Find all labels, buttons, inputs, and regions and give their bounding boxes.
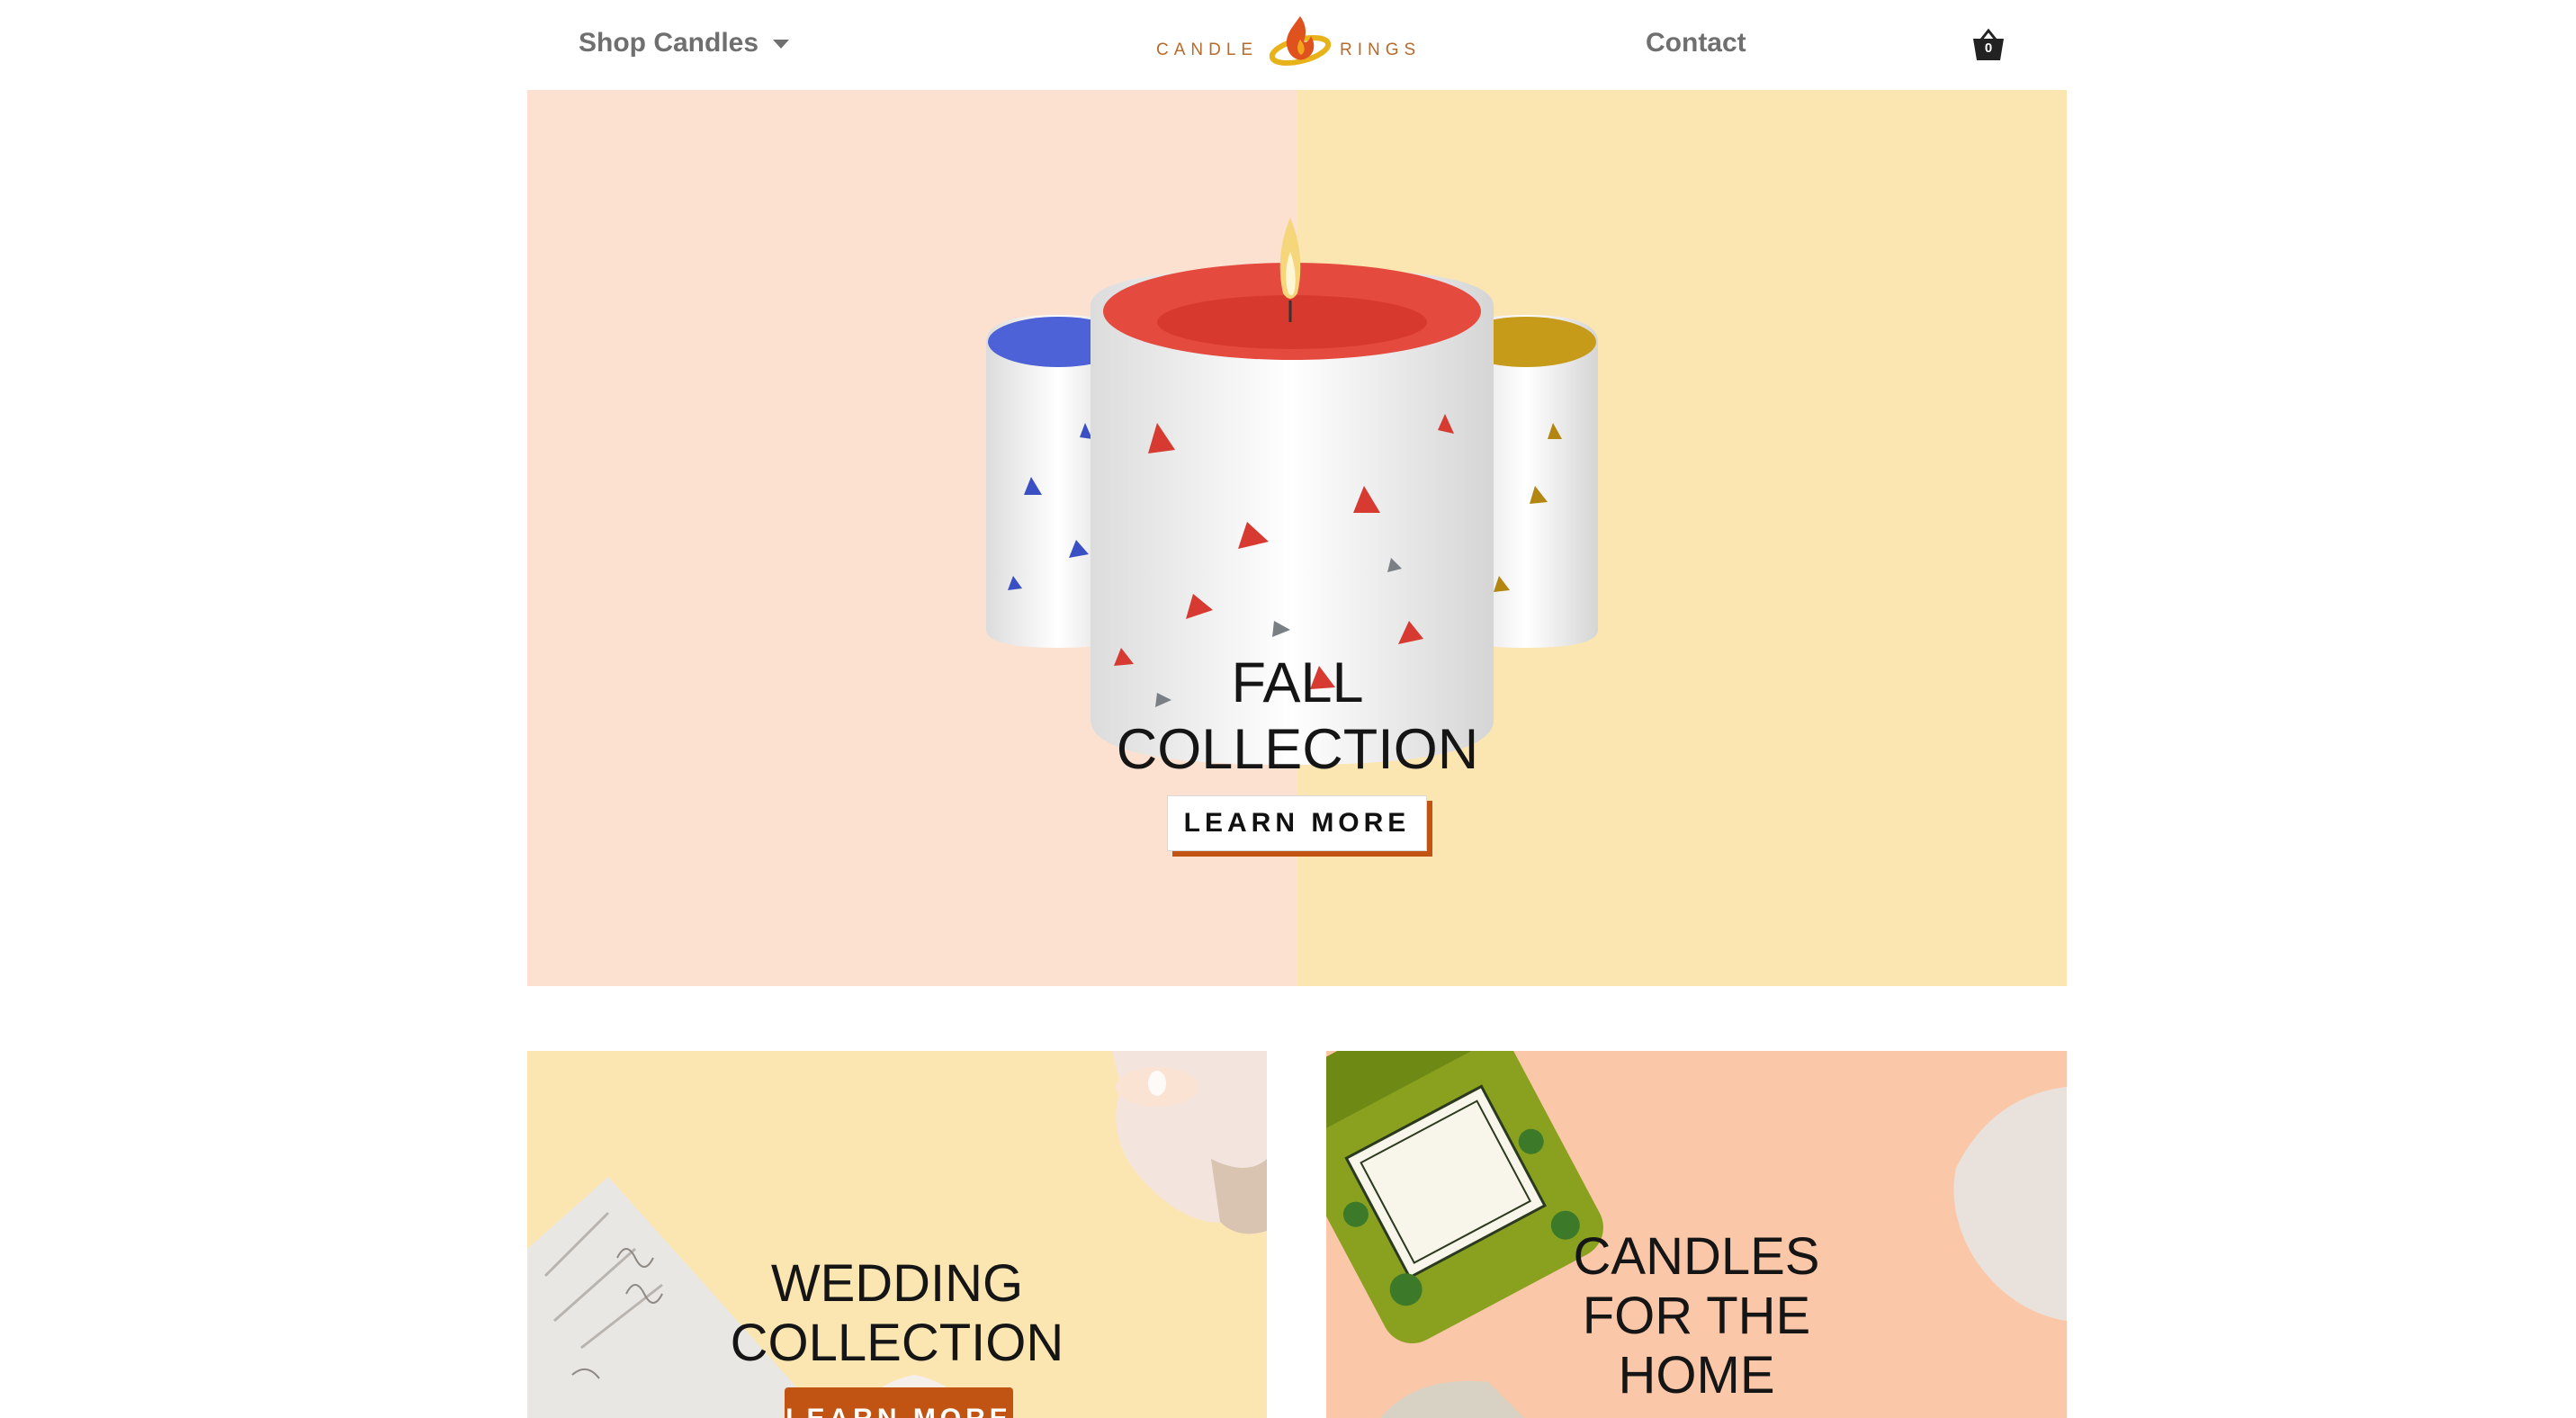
- logo-text-left: CANDLE: [1156, 40, 1259, 59]
- cart-count-badge: 0: [1984, 40, 1993, 56]
- wedding-learn-more-button[interactable]: LEARN MORE: [785, 1387, 1013, 1418]
- hero-learn-more-button[interactable]: LEARN MORE: [1167, 795, 1427, 851]
- candles-for-home-card[interactable]: CANDLES FOR THE HOME: [1326, 1051, 2067, 1418]
- hero-title: FALL COLLECTION: [1116, 651, 1479, 782]
- hero-banner: FALL COLLECTION LEARN MORE: [527, 90, 2067, 986]
- candles-for-home-title: CANDLES FOR THE HOME: [1573, 1227, 1820, 1405]
- chevron-down-icon: [773, 40, 790, 49]
- logo-text-right: RINGS: [1340, 40, 1422, 59]
- contact-link[interactable]: Contact: [1646, 25, 1746, 61]
- site-header: Shop Candles CANDLE RINGS Contact 0: [0, 0, 2576, 90]
- wedding-collection-title: WEDDING COLLECTION: [730, 1254, 1064, 1372]
- wedding-collection-card[interactable]: WEDDING COLLECTION LEARN MORE: [527, 1051, 1267, 1418]
- flame-ring-logo-icon: [1269, 16, 1332, 66]
- shop-candles-label: Shop Candles: [579, 28, 759, 58]
- site-logo[interactable]: CANDLE RINGS: [1156, 13, 1417, 72]
- shop-candles-dropdown[interactable]: Shop Candles: [579, 25, 790, 61]
- cart-button[interactable]: 0: [1970, 27, 2006, 63]
